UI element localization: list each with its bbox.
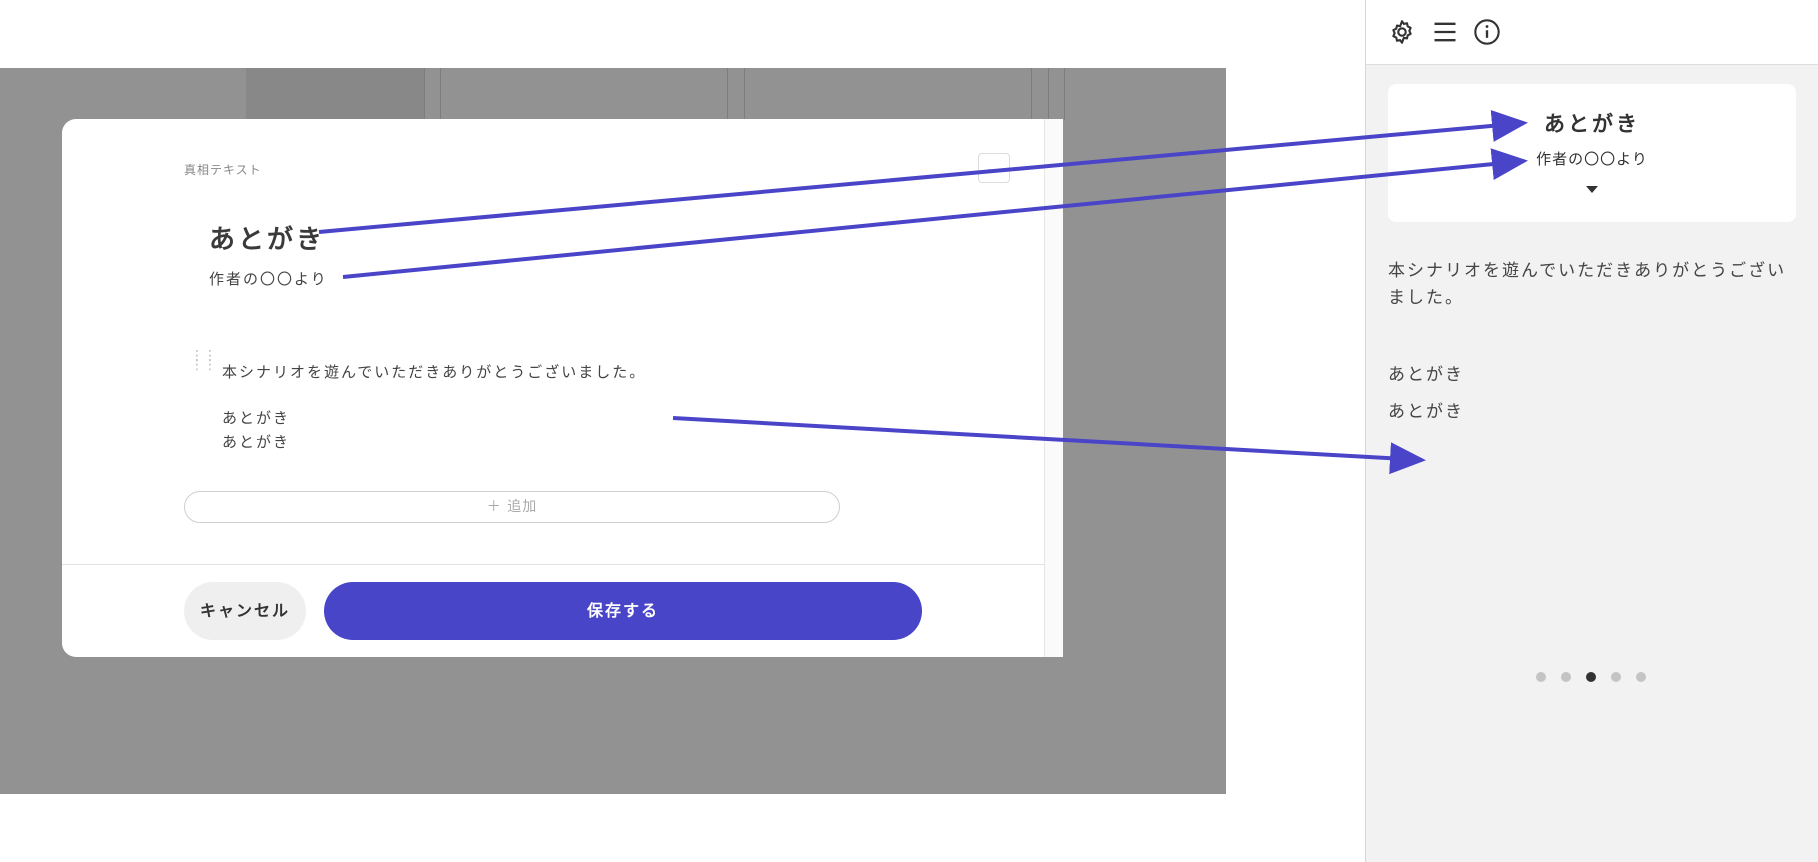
subtitle-field[interactable]: 作者の〇〇より (209, 268, 328, 289)
backdrop-divider (440, 68, 441, 120)
preview-header (1366, 0, 1818, 65)
backdrop-divider (727, 68, 728, 120)
save-button[interactable]: 保存する (324, 582, 922, 640)
backdrop-divider (1048, 68, 1049, 120)
edit-text-modal: 真相テキスト … あとがき 作者の〇〇より ⋮⋮ ⋮⋮ 本シナリオを遊んでいただき… (62, 119, 1062, 657)
menu-icon[interactable] (1431, 18, 1459, 46)
title-field[interactable]: あとがき (209, 219, 325, 256)
pagination-dot-active[interactable] (1586, 672, 1596, 682)
preview-line: あとがき (1388, 402, 1464, 422)
body-line: 本シナリオを遊んでいただきありがとうございました。 (222, 363, 647, 381)
backdrop-divider (1064, 68, 1065, 120)
modal-label: 真相テキスト (184, 163, 262, 177)
pagination-dot[interactable] (1536, 672, 1546, 682)
preview-title-card[interactable]: あとがき 作者の〇〇より (1388, 84, 1796, 222)
add-button[interactable]: ＋ 追加 (184, 491, 840, 523)
preview-panel: あとがき 作者の〇〇より 本シナリオを遊んでいただきありがとうございました。 あ… (1365, 0, 1818, 862)
card-title: あとがき (1544, 112, 1640, 136)
pagination-dot[interactable] (1561, 672, 1571, 682)
info-icon[interactable] (1473, 18, 1501, 46)
card-subtitle: 作者の〇〇より (1536, 150, 1648, 168)
modal-scrollbar[interactable] (1044, 119, 1063, 657)
preview-body-text: 本シナリオを遊んでいただきありがとうございました。 (1388, 261, 1787, 308)
body-line: あとがき (222, 409, 291, 427)
backdrop-divider (1031, 68, 1032, 120)
drag-handle-icon[interactable]: ⋮⋮ ⋮⋮ (190, 349, 217, 372)
footer-divider (62, 564, 1062, 565)
body-text-field[interactable]: 本シナリオを遊んでいただきありがとうございました。 あとがき あとがき (222, 360, 646, 454)
caret-down-icon[interactable] (1586, 186, 1598, 193)
gear-icon[interactable] (1388, 18, 1416, 46)
more-options-button[interactable]: … (978, 153, 1010, 183)
cancel-button[interactable]: キャンセル (184, 582, 306, 640)
backdrop-column (246, 68, 424, 120)
preview-line: あとがき (1388, 365, 1464, 385)
backdrop-divider (744, 68, 745, 120)
body-line: あとがき (222, 433, 291, 451)
pagination-dot[interactable] (1636, 672, 1646, 682)
backdrop-divider (424, 68, 425, 120)
pagination-dot[interactable] (1611, 672, 1621, 682)
